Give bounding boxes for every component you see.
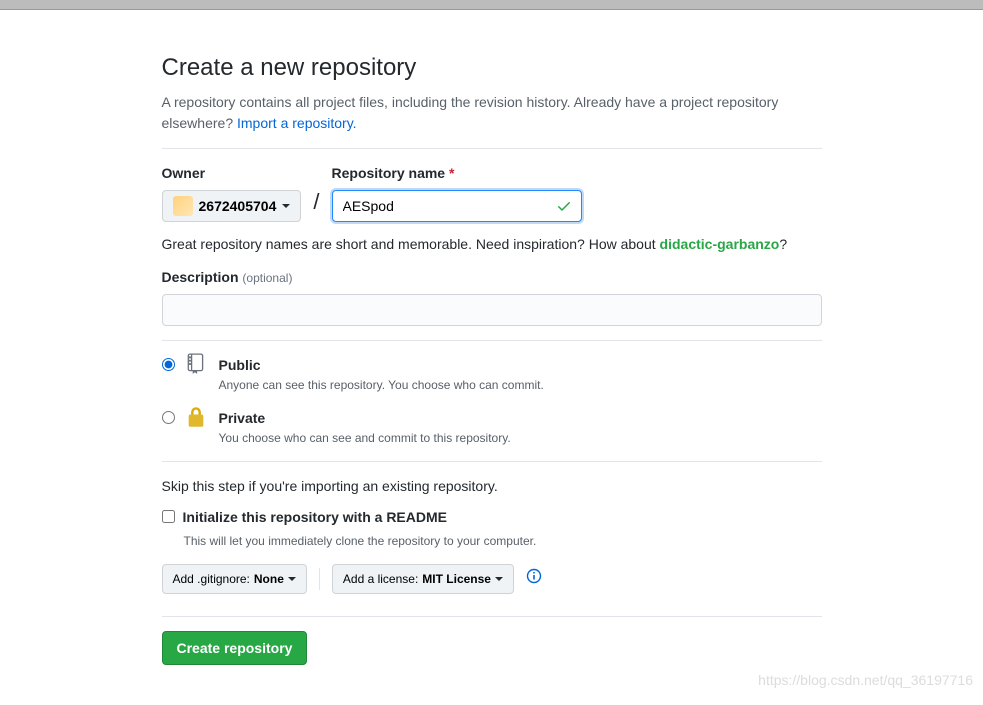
- init-readme-desc: This will let you immediately clone the …: [184, 532, 822, 550]
- page-title: Create a new repository: [162, 50, 822, 86]
- visibility-public-radio[interactable]: [162, 358, 175, 371]
- owner-avatar-icon: [173, 196, 193, 216]
- check-icon: [556, 198, 572, 220]
- visibility-private-option[interactable]: Private You choose who can see and commi…: [162, 408, 822, 447]
- info-icon[interactable]: [526, 568, 542, 590]
- divider: [162, 461, 822, 462]
- divider: [162, 616, 822, 617]
- visibility-public-option[interactable]: Public Anyone can see this repository. Y…: [162, 355, 822, 394]
- create-repo-form: Create a new repository A repository con…: [142, 10, 842, 685]
- owner-slash: /: [311, 185, 321, 222]
- visibility-private-desc: You choose who can see and commit to thi…: [219, 429, 511, 447]
- visibility-public-desc: Anyone can see this repository. You choo…: [219, 376, 544, 394]
- name-hint: Great repository names are short and mem…: [162, 234, 822, 255]
- caret-down-icon: [282, 204, 290, 208]
- description-field: Description (optional): [162, 267, 822, 326]
- owner-field: Owner 2672405704: [162, 163, 302, 222]
- lock-icon: [185, 406, 209, 434]
- repo-icon: [185, 353, 209, 381]
- owner-select-button[interactable]: 2672405704: [162, 190, 302, 222]
- optional-hint: (optional): [242, 271, 292, 285]
- visibility-public-title: Public: [219, 355, 544, 376]
- divider: [162, 148, 822, 149]
- divider: [319, 568, 320, 590]
- repo-name-label: Repository name *: [332, 163, 582, 184]
- divider: [162, 340, 822, 341]
- create-repository-button[interactable]: Create repository: [162, 631, 308, 665]
- owner-label: Owner: [162, 163, 302, 184]
- visibility-private-radio[interactable]: [162, 411, 175, 424]
- suggested-name-link[interactable]: didactic-garbanzo: [660, 236, 780, 252]
- page-subtitle: A repository contains all project files,…: [162, 92, 822, 134]
- caret-down-icon: [495, 577, 503, 581]
- description-label: Description (optional): [162, 267, 822, 288]
- license-dropdown[interactable]: Add a license: MIT License: [332, 564, 514, 594]
- init-readme-checkbox[interactable]: [162, 510, 175, 523]
- skip-import-note: Skip this step if you're importing an ex…: [162, 476, 822, 497]
- owner-name: 2672405704: [199, 198, 277, 214]
- visibility-private-title: Private: [219, 408, 511, 429]
- init-readme-label: Initialize this repository with a README: [183, 507, 447, 528]
- import-repo-link[interactable]: Import a repository.: [237, 115, 357, 131]
- window-tabbar: [0, 0, 983, 10]
- caret-down-icon: [288, 577, 296, 581]
- repo-name-input[interactable]: [332, 190, 582, 222]
- description-input[interactable]: [162, 294, 822, 326]
- init-readme-option[interactable]: Initialize this repository with a README: [162, 507, 822, 528]
- required-asterisk: *: [449, 165, 454, 181]
- repo-name-field: Repository name *: [332, 163, 582, 222]
- gitignore-dropdown[interactable]: Add .gitignore: None: [162, 564, 307, 594]
